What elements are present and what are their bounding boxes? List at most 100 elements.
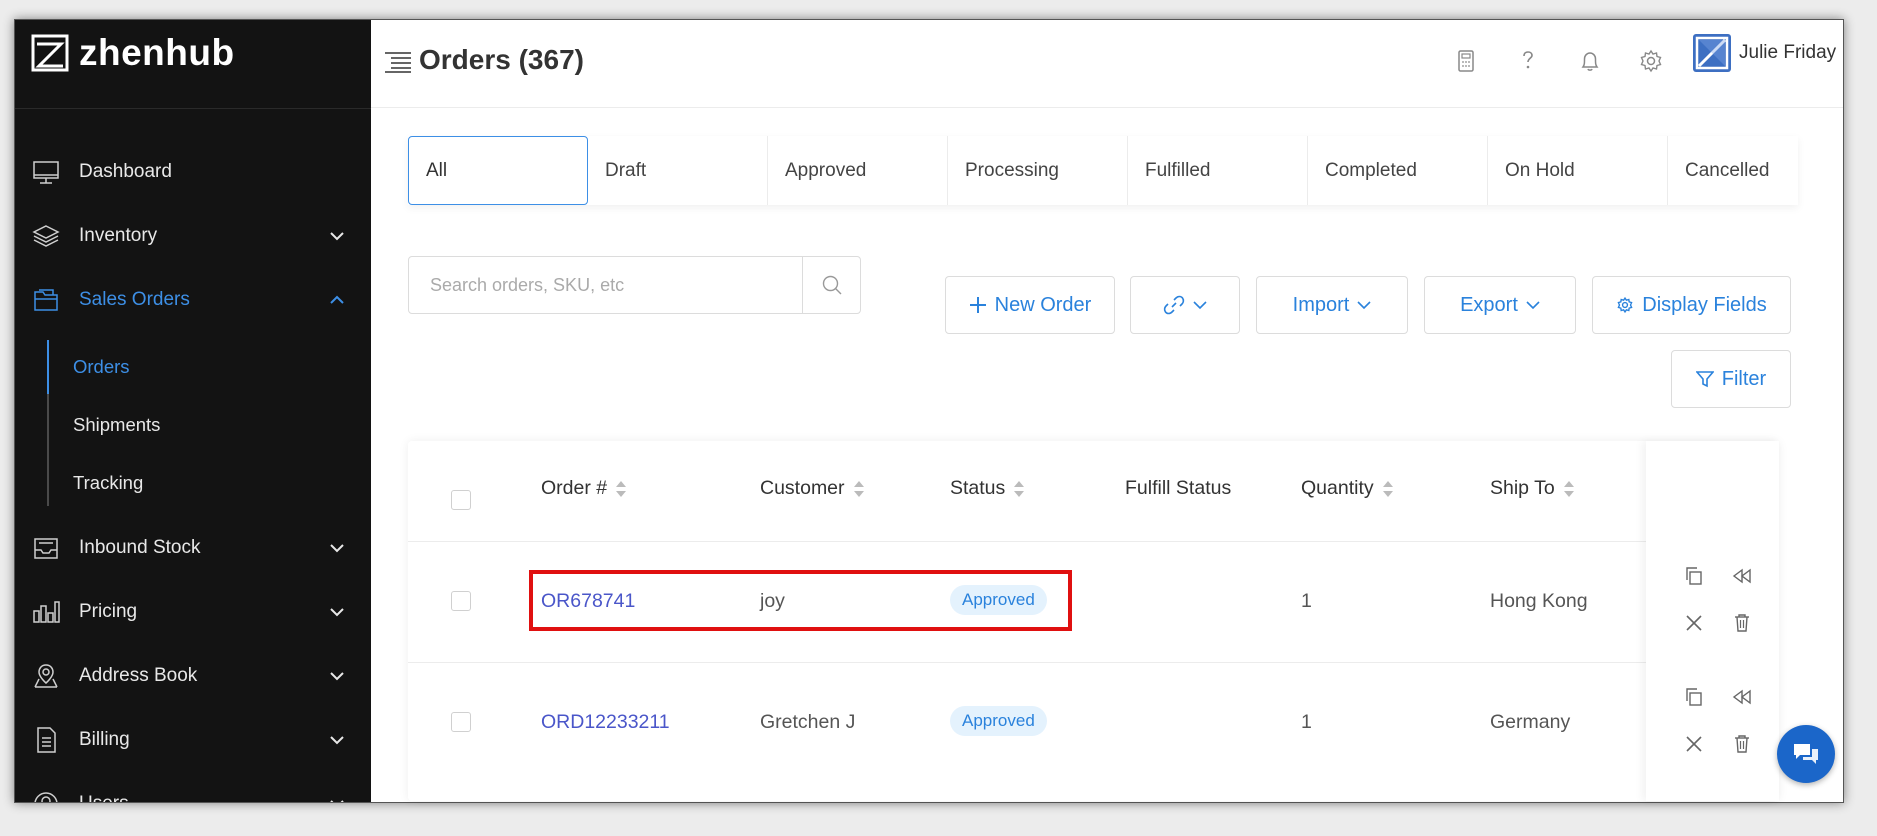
orders-table: Order # Customer Status Fulfill Status Q… — [408, 441, 1779, 801]
sidebar-subitem-tracking[interactable]: Tracking — [73, 472, 143, 494]
chevron-down-icon — [1193, 300, 1207, 309]
export-button[interactable]: Export — [1424, 276, 1576, 334]
zhenhub-logo-icon — [31, 34, 69, 72]
sidebar-item-dashboard[interactable]: Dashboard — [15, 146, 371, 198]
column-header-label: Ship To — [1490, 477, 1555, 499]
new-order-button[interactable]: New Order — [945, 276, 1115, 334]
sidebar-item-address-book[interactable]: Address Book — [15, 650, 371, 702]
copy-icon[interactable] — [1684, 566, 1704, 586]
customer-cell: Gretchen J — [760, 711, 856, 733]
brand[interactable]: zhenhub — [31, 28, 235, 78]
column-header-label: Status — [950, 477, 1006, 499]
rewind-icon[interactable] — [1732, 687, 1752, 707]
chat-widget-button[interactable] — [1777, 725, 1835, 783]
order-number-link[interactable]: OR678741 — [541, 590, 635, 613]
sidebar-item-users[interactable]: Users — [15, 778, 371, 802]
display-fields-label: Display Fields — [1642, 293, 1767, 316]
user-name[interactable]: Julie Friday — [1739, 42, 1836, 64]
sort-icon — [1563, 480, 1574, 497]
import-button[interactable]: Import — [1256, 276, 1408, 334]
close-icon[interactable] — [1684, 613, 1704, 633]
sidebar-item-sales-orders[interactable]: Sales Orders — [15, 274, 371, 326]
filter-label: Filter — [1721, 367, 1767, 390]
layers-icon — [32, 225, 60, 247]
sort-icon — [1382, 480, 1393, 497]
sidebar-item-pricing[interactable]: Pricing — [15, 586, 371, 638]
column-header-label: Customer — [760, 477, 845, 499]
sidebar-item-label: Inbound Stock — [79, 537, 201, 558]
column-header-quantity[interactable]: Quantity — [1301, 477, 1394, 500]
search-button[interactable] — [802, 257, 860, 313]
status-badge: Approved — [950, 706, 1047, 736]
sort-icon — [853, 480, 864, 497]
bell-icon[interactable] — [1577, 48, 1603, 74]
gear-icon[interactable] — [1638, 48, 1664, 74]
row-checkbox[interactable] — [451, 712, 471, 732]
top-header: Orders (367) Julie Friday — [371, 20, 1843, 108]
column-header-order[interactable]: Order # — [541, 477, 627, 500]
sidebar-item-inventory[interactable]: Inventory — [15, 210, 371, 262]
sidebar-item-inbound-stock[interactable]: Inbound Stock — [15, 522, 371, 574]
close-icon[interactable] — [1684, 734, 1704, 754]
chevron-down-icon — [330, 232, 344, 241]
chevron-down-icon — [330, 736, 344, 745]
filter-button[interactable]: Filter — [1671, 350, 1791, 408]
folder-icon — [34, 289, 58, 311]
sidebar-item-label: Billing — [79, 729, 130, 750]
filter-icon — [1695, 371, 1714, 388]
brand-name: zhenhub — [79, 32, 235, 73]
trash-icon[interactable] — [1732, 734, 1752, 754]
tab-processing[interactable]: Processing — [948, 136, 1128, 205]
tab-cancelled[interactable]: Cancelled — [1668, 136, 1798, 205]
bar-chart-icon — [33, 601, 60, 623]
trash-icon[interactable] — [1732, 613, 1752, 633]
gear-icon — [1617, 296, 1633, 314]
link-dropdown-button[interactable] — [1130, 276, 1240, 334]
sort-icon — [616, 480, 627, 497]
sidebar-subitem-orders[interactable]: Orders — [73, 356, 130, 378]
column-header-label: Quantity — [1301, 477, 1374, 499]
column-header-label: Order # — [541, 477, 608, 499]
tab-completed[interactable]: Completed — [1308, 136, 1488, 205]
display-fields-button[interactable]: Display Fields — [1592, 276, 1791, 334]
chevron-down-icon — [330, 608, 344, 617]
menu-toggle-icon[interactable] — [385, 51, 411, 73]
row-divider — [408, 662, 1648, 663]
user-icon — [34, 792, 58, 802]
copy-icon[interactable] — [1684, 687, 1704, 707]
ship-to-cell: Hong Kong — [1490, 590, 1588, 612]
sidebar-item-label: Users — [79, 793, 129, 802]
avatar[interactable] — [1693, 34, 1731, 72]
import-label: Import — [1292, 293, 1350, 316]
select-all-checkbox[interactable] — [451, 490, 471, 510]
help-icon[interactable] — [1515, 48, 1541, 74]
chevron-down-icon — [1357, 300, 1371, 309]
column-header-customer[interactable]: Customer — [760, 477, 865, 500]
new-order-label: New Order — [994, 293, 1092, 316]
calculator-icon[interactable] — [1453, 48, 1479, 74]
tab-all[interactable]: All — [408, 136, 588, 205]
submenu-active-indicator — [47, 340, 49, 394]
search-input[interactable] — [409, 257, 803, 313]
quantity-cell: 1 — [1301, 711, 1312, 733]
export-label: Export — [1460, 293, 1518, 316]
sidebar-item-billing[interactable]: Billing — [15, 714, 371, 766]
sidebar-item-label: Dashboard — [79, 161, 172, 182]
chevron-down-icon — [330, 800, 344, 802]
tab-fulfilled[interactable]: Fulfilled — [1128, 136, 1308, 205]
column-header-ship-to[interactable]: Ship To — [1490, 477, 1575, 500]
tab-on-hold[interactable]: On Hold — [1488, 136, 1668, 205]
order-number-link[interactable]: ORD12233211 — [541, 711, 670, 734]
column-header-fulfill-status: Fulfill Status — [1125, 477, 1231, 500]
sidebar-item-label: Sales Orders — [79, 289, 190, 310]
row-actions-column — [1646, 441, 1779, 801]
rewind-icon[interactable] — [1732, 566, 1752, 586]
tab-approved[interactable]: Approved — [768, 136, 948, 205]
chevron-down-icon — [330, 672, 344, 681]
column-header-label: Fulfill Status — [1125, 477, 1232, 499]
column-header-status[interactable]: Status — [950, 477, 1025, 500]
quantity-cell: 1 — [1301, 590, 1312, 612]
sidebar-subitem-shipments[interactable]: Shipments — [73, 414, 160, 436]
row-checkbox[interactable] — [451, 591, 471, 611]
tab-draft[interactable]: Draft — [588, 136, 768, 205]
